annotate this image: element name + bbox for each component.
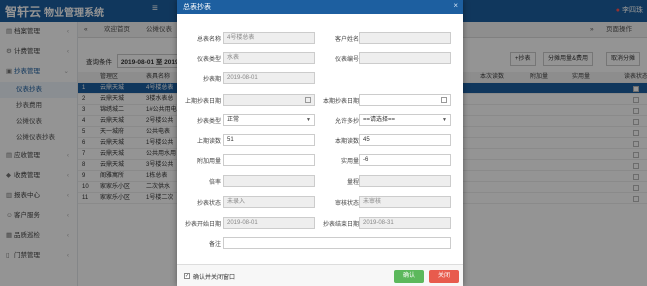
last-date-field[interactable] — [223, 94, 315, 106]
close-button[interactable]: 关闭 — [429, 270, 459, 283]
extra-label: 附加用量 — [196, 159, 221, 165]
chevron-down-icon: ▼ — [306, 117, 311, 123]
this-date-field[interactable] — [359, 94, 451, 106]
confirm-button[interactable]: 确认 — [394, 270, 424, 283]
confirm-close-label: 确认并关闭窗口 — [193, 275, 236, 281]
meter-reading-dialog: 总表抄表 × 总表名称 4号楼总表 客户姓名仪表类型 水表 仪表编号抄表期 2019-08… — [177, 0, 463, 286]
meter-name-field: 4号楼总表 — [223, 32, 315, 44]
audit-status-field: 未审核 — [359, 196, 451, 208]
read-type-select[interactable]: 正常 ▼ — [223, 114, 315, 126]
customer-name-field — [359, 32, 451, 44]
meter-name-label: 总表名称 — [196, 37, 221, 43]
read-status-field: 未录入 — [223, 196, 315, 208]
last-date-label: 上期抄表日期 — [184, 99, 221, 105]
field-value: 4号楼总表 — [227, 35, 255, 41]
start-date-field: 2019-08-01 — [223, 217, 315, 229]
read-type-label: 抄表类型 — [196, 119, 221, 125]
range-label: 量程 — [346, 180, 359, 186]
this-reading-field[interactable]: 45 — [359, 134, 451, 146]
dialog-form: 总表名称 4号楼总表 客户姓名仪表类型 水表 仪表编号抄表期 2019-08-01 上期抄表… — [177, 14, 463, 264]
customer-name-label: 客户姓名 — [334, 37, 359, 43]
period-label: 抄表期 — [202, 77, 221, 83]
end-date-label: 抄表结束日期 — [322, 222, 359, 228]
end-date-field: 2019-08-31 — [359, 217, 451, 229]
extra-field[interactable] — [223, 154, 315, 166]
dialog-header: 总表抄表 × — [177, 0, 463, 14]
dialog-title: 总表抄表 — [183, 4, 211, 11]
calendar-icon[interactable] — [305, 97, 311, 103]
field-value: 45 — [363, 137, 370, 143]
field-value: 51 — [227, 137, 234, 143]
field-value: -6 — [363, 157, 369, 163]
read-status-label: 抄表状态 — [196, 201, 221, 207]
note-label: 备注 — [208, 242, 221, 248]
multiplier-label: 倍率 — [208, 180, 221, 186]
last-reading-label: 上期读数 — [196, 139, 221, 145]
meter-no-label: 仪表编号 — [334, 57, 359, 63]
actual-field[interactable]: -6 — [359, 154, 451, 166]
meter-type-label: 仪表类型 — [196, 57, 221, 63]
this-reading-label: 本期读数 — [334, 139, 359, 145]
field-value: 2019-08-01 — [227, 75, 258, 81]
range-field — [359, 175, 451, 187]
calendar-icon[interactable] — [441, 97, 447, 103]
field-value: 2019-08-31 — [363, 220, 394, 226]
multiplier-field — [223, 175, 315, 187]
field-value: 未审核 — [363, 199, 382, 205]
this-date-label: 本期抄表日期 — [322, 99, 359, 105]
confirm-close-checkbox[interactable]: ✓ — [184, 273, 190, 279]
actual-label: 实用量 — [340, 159, 359, 165]
field-value: 2019-08-01 — [227, 220, 258, 226]
start-date-label: 抄表开始日期 — [184, 222, 221, 228]
last-reading-field[interactable]: 51 — [223, 134, 315, 146]
dialog-footer: ✓ 确认并关闭窗口 确认 关闭 — [177, 264, 463, 286]
close-icon[interactable]: × — [453, 1, 458, 10]
field-value: 水表 — [227, 55, 240, 61]
field-value: 正常 — [227, 117, 240, 123]
allow-multi-label: 允许多抄 — [334, 119, 359, 125]
note-field[interactable] — [223, 237, 451, 249]
field-value: 未录入 — [227, 199, 246, 205]
audit-status-label: 审核状态 — [334, 201, 359, 207]
period-field: 2019-08-01 — [223, 72, 315, 84]
chevron-down-icon: ▼ — [442, 117, 447, 123]
meter-no-field — [359, 52, 451, 64]
allow-multi-select[interactable]: ==请选择== ▼ — [359, 114, 451, 126]
meter-type-field: 水表 — [223, 52, 315, 64]
field-value: ==请选择== — [363, 117, 396, 123]
